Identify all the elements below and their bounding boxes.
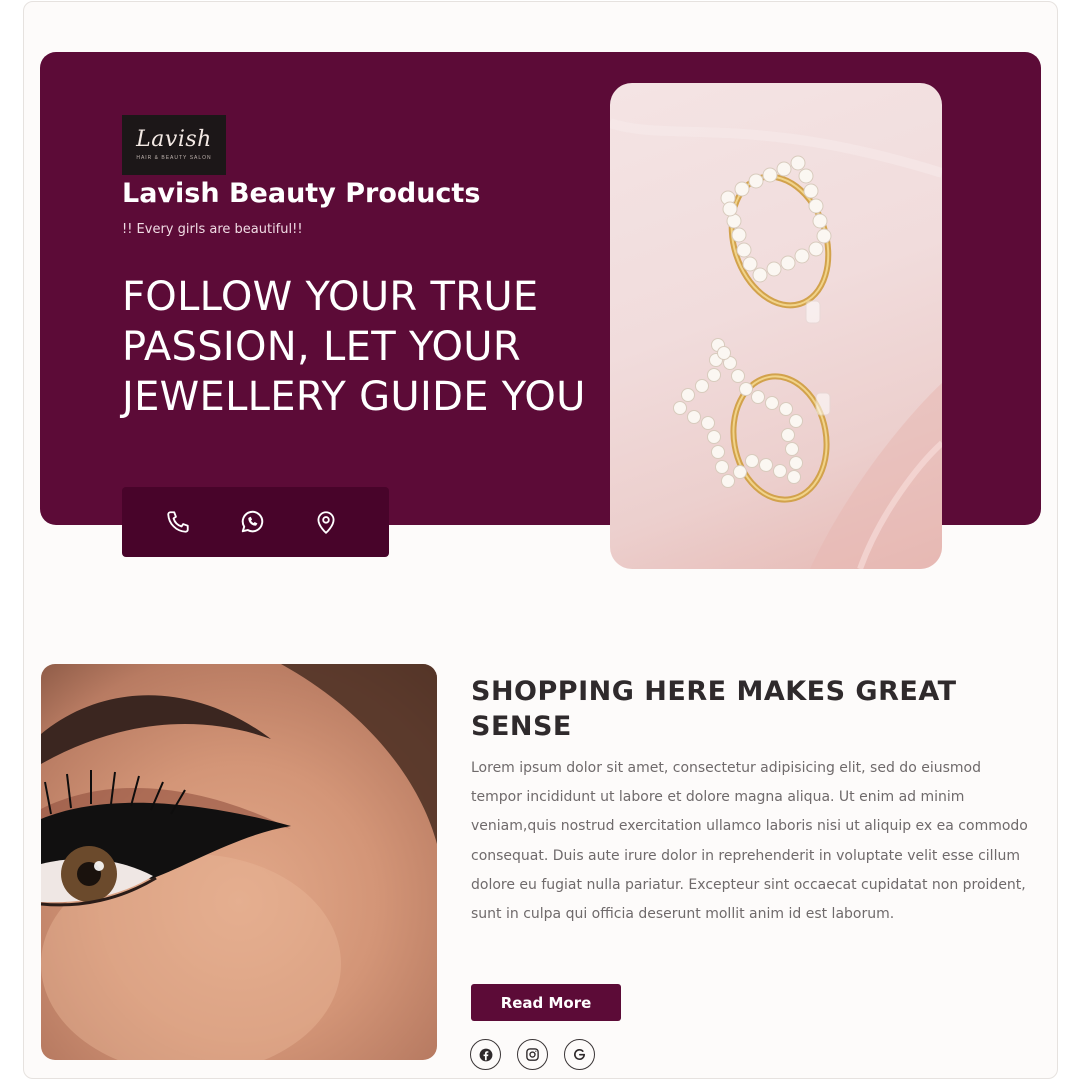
- section-body-text: Lorem ipsum dolor sit amet, consectetur …: [471, 760, 1028, 923]
- logo-script-text: Lavish: [136, 127, 212, 152]
- whatsapp-icon[interactable]: [238, 508, 266, 536]
- contact-bar: [122, 487, 389, 557]
- hero-headline: FOLLOW YOUR TRUE PASSION, LET YOUR JEWEL…: [122, 274, 586, 420]
- google-icon[interactable]: [564, 1039, 595, 1070]
- eyeliner-eye-image: [41, 664, 437, 1060]
- location-pin-icon[interactable]: [312, 508, 340, 536]
- instagram-icon[interactable]: [517, 1039, 548, 1070]
- phone-icon[interactable]: [164, 508, 192, 536]
- brand-logo[interactable]: Lavish HAIR & BEAUTY SALON: [122, 115, 226, 175]
- brand-tagline: !! Every girls are beautiful!!: [122, 222, 303, 237]
- logo-subtitle: HAIR & BEAUTY SALON: [136, 155, 212, 161]
- hero-earrings-image: [610, 83, 942, 569]
- facebook-icon[interactable]: [470, 1039, 501, 1070]
- read-more-button[interactable]: Read More: [471, 984, 621, 1021]
- social-links: [470, 1039, 595, 1070]
- section-title: SHOPPING HERE MAKES GREAT SENSE: [471, 676, 957, 742]
- brand-name: Lavish Beauty Products: [122, 178, 481, 209]
